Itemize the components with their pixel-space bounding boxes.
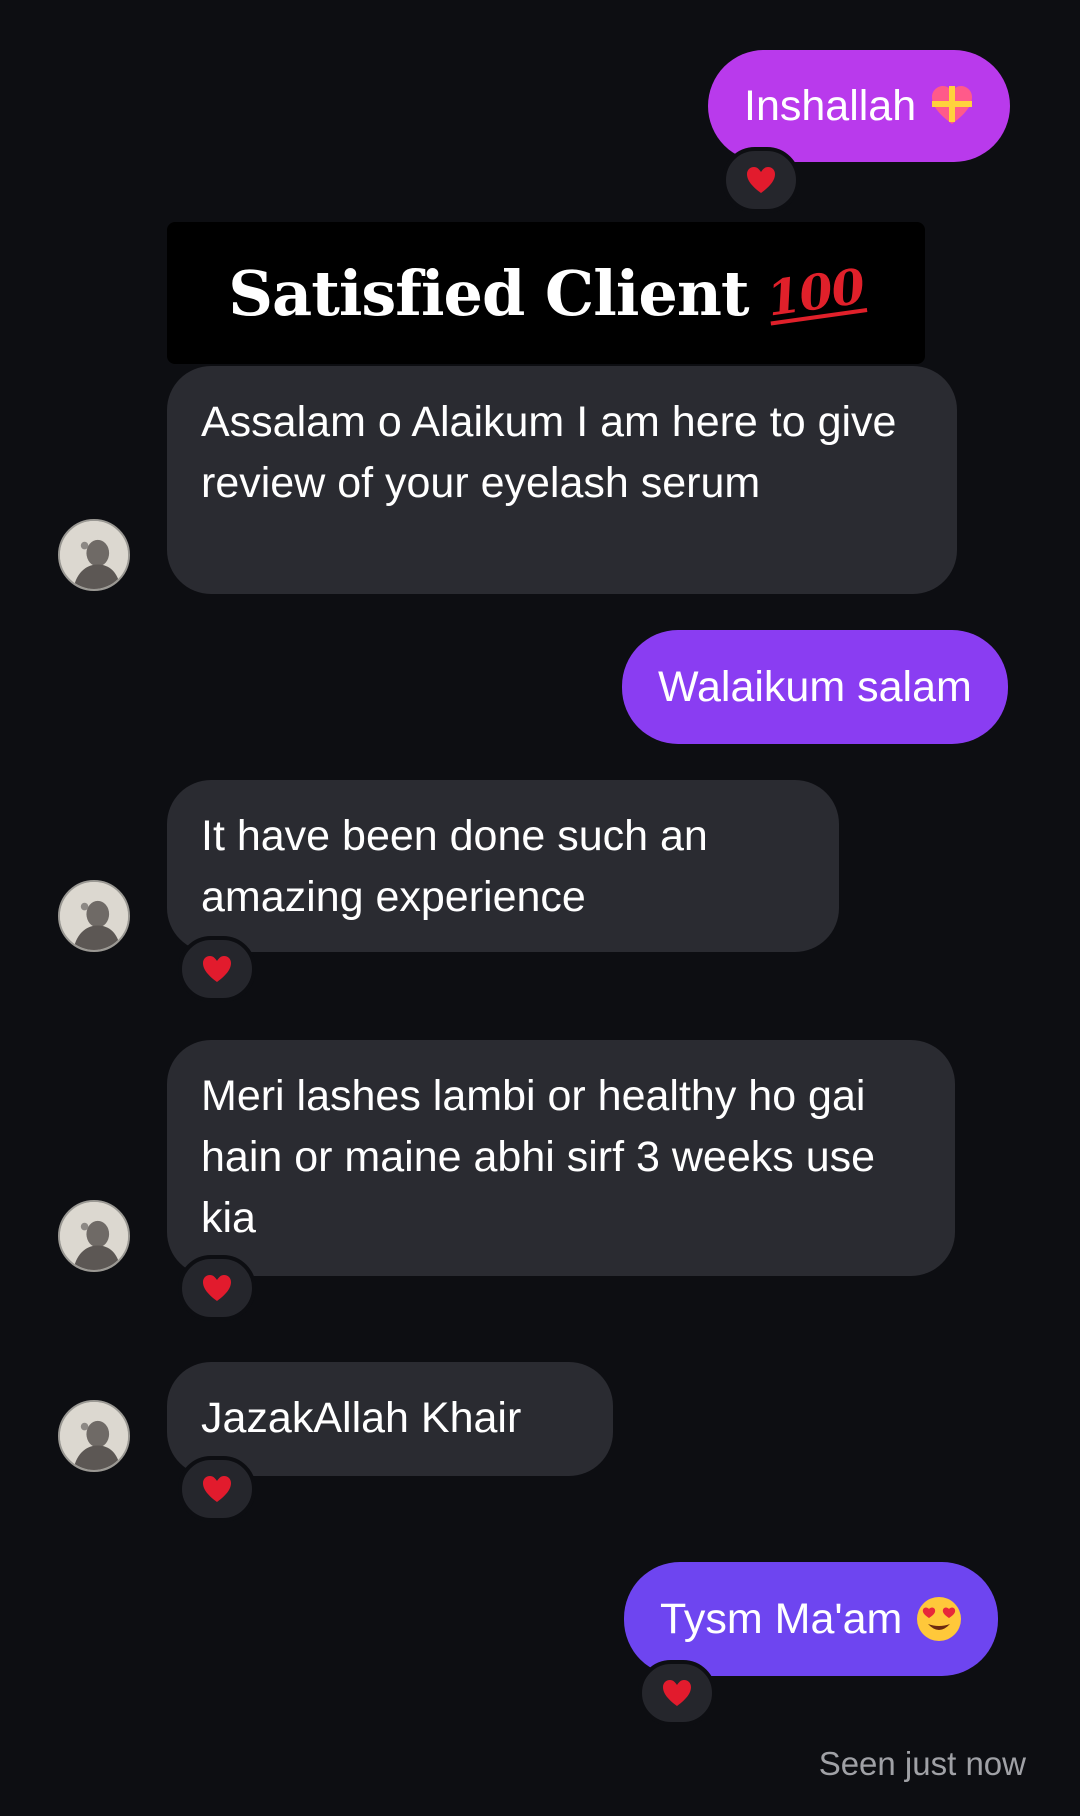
red-heart-icon bbox=[202, 955, 232, 983]
red-heart-icon bbox=[202, 1475, 232, 1503]
message-incoming[interactable]: Assalam o Alaikum I am here to give revi… bbox=[167, 366, 957, 594]
seen-status: Seen just now bbox=[818, 1745, 1026, 1782]
reaction-badge[interactable] bbox=[722, 147, 800, 213]
message-text: Inshallah bbox=[744, 81, 917, 130]
satisfied-client-banner: Satisfied Client 100 bbox=[167, 222, 925, 364]
red-heart-icon bbox=[746, 166, 776, 194]
contact-avatar[interactable] bbox=[58, 880, 130, 952]
message-text: Walaikum salam bbox=[658, 662, 972, 711]
message-outgoing-tysm[interactable]: Tysm Ma'am bbox=[624, 1562, 999, 1676]
heart-eyes-icon bbox=[916, 1596, 962, 1642]
message-text: Assalam o Alaikum I am here to give revi… bbox=[201, 398, 897, 507]
red-heart-icon bbox=[202, 1274, 232, 1302]
message-outgoing-walaikum-salam[interactable]: Walaikum salam bbox=[622, 630, 1008, 744]
contact-avatar[interactable] bbox=[58, 1200, 130, 1272]
message-text: It have been done such an amazing experi… bbox=[201, 812, 708, 921]
message-text: Tysm Ma'am bbox=[660, 1594, 903, 1643]
red-heart-icon bbox=[662, 1679, 692, 1707]
contact-avatar[interactable] bbox=[58, 1400, 130, 1472]
message-incoming[interactable]: It have been done such an amazing experi… bbox=[167, 780, 839, 952]
reaction-badge[interactable] bbox=[638, 1660, 716, 1726]
message-outgoing-inshallah[interactable]: Inshallah bbox=[708, 50, 1011, 162]
reaction-badge[interactable] bbox=[178, 1456, 256, 1522]
reaction-badge[interactable] bbox=[178, 1255, 256, 1321]
reaction-badge[interactable] bbox=[178, 936, 256, 1002]
hundred-points-icon: 100 bbox=[763, 258, 868, 328]
contact-avatar[interactable] bbox=[58, 519, 130, 591]
heart-with-ribbon-icon bbox=[930, 84, 974, 128]
message-text: JazakAllah Khair bbox=[201, 1394, 522, 1442]
message-incoming[interactable]: Meri lashes lambi or healthy ho gai hain… bbox=[167, 1040, 955, 1276]
banner-title: Satisfied Client bbox=[228, 256, 749, 330]
message-text: Meri lashes lambi or healthy ho gai hain… bbox=[201, 1072, 876, 1242]
